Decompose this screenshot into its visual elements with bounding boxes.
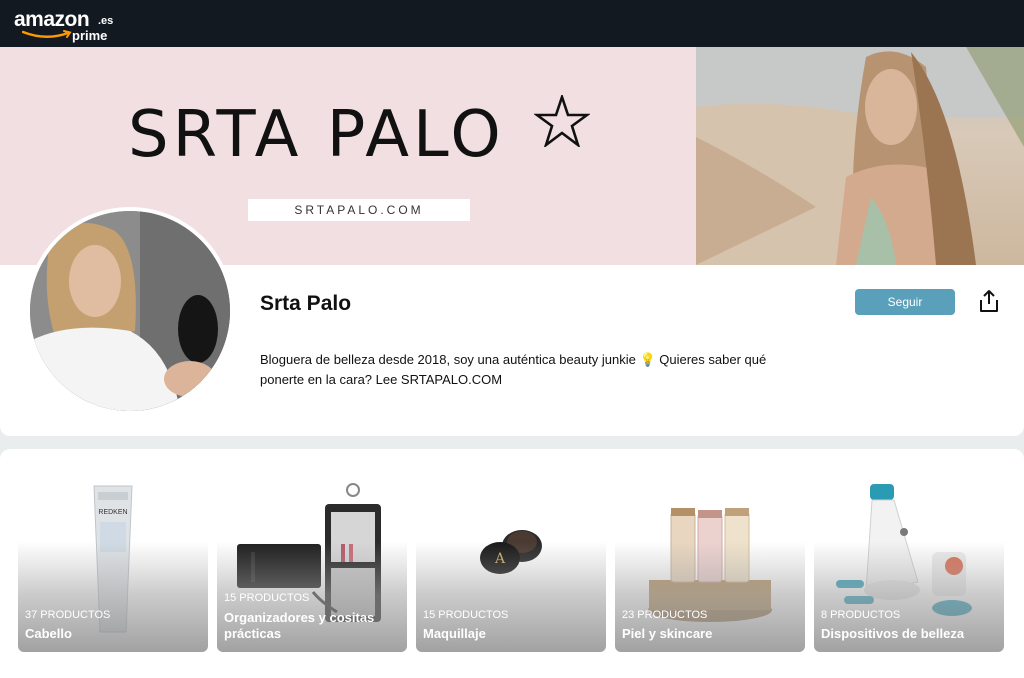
collection-tile-maquillaje[interactable]: A 15 PRODUCTOS Maquillaje bbox=[416, 462, 606, 652]
tile-shade bbox=[814, 462, 1004, 652]
top-navigation-bar: amazon .es prime bbox=[0, 0, 1024, 47]
collection-tile-dispositivos[interactable]: 8 PRODUCTOS Dispositivos de belleza bbox=[814, 462, 1004, 652]
banner-url-box: SRTAPALO.COM bbox=[248, 199, 470, 221]
follow-button[interactable]: Seguir bbox=[855, 289, 955, 315]
collections-section: REDKEN 37 PRODUCTOS Cabello 15 PRODUCTOS… bbox=[0, 449, 1024, 678]
star-icon bbox=[534, 95, 590, 147]
collection-label: Organizadores y cositas prácticas bbox=[224, 610, 375, 641]
share-icon[interactable] bbox=[978, 289, 1000, 313]
tile-shade bbox=[416, 462, 606, 652]
banner-url: SRTAPALO.COM bbox=[294, 203, 424, 217]
collection-tile-organizadores[interactable]: 15 PRODUCTOS Organizadores y cositas prá… bbox=[217, 462, 407, 652]
banner-photo bbox=[696, 47, 1024, 265]
banner-title: SRTA PALO bbox=[128, 98, 505, 172]
collection-count: 15 PRODUCTOS bbox=[423, 609, 509, 621]
collection-label: Piel y skincare bbox=[622, 626, 713, 641]
collection-count: 8 PRODUCTOS bbox=[821, 609, 901, 621]
collection-label: Cabello bbox=[25, 626, 72, 641]
collection-tile-cabello[interactable]: REDKEN 37 PRODUCTOS Cabello bbox=[18, 462, 208, 652]
collection-label: Maquillaje bbox=[423, 626, 486, 641]
collection-count: 23 PRODUCTOS bbox=[622, 609, 708, 621]
amazon-prime-logo[interactable]: amazon .es prime bbox=[14, 8, 114, 44]
tile-shade bbox=[18, 462, 208, 652]
collection-label: Dispositivos de belleza bbox=[821, 626, 965, 641]
tile-shade bbox=[615, 462, 805, 652]
collection-count: 37 PRODUCTOS bbox=[25, 609, 111, 621]
profile-card: SRTA PALO SRTAPALO.COM Srta Palo Bloguer… bbox=[0, 47, 1024, 436]
collection-count: 15 PRODUCTOS bbox=[224, 592, 310, 604]
smile-arrow-icon bbox=[22, 30, 72, 38]
avatar[interactable] bbox=[26, 207, 234, 415]
logo-prime: prime bbox=[72, 28, 108, 43]
profile-bio: Bloguera de belleza desde 2018, soy una … bbox=[260, 352, 767, 387]
logo-tld: .es bbox=[98, 15, 114, 27]
profile-name: Srta Palo bbox=[260, 292, 352, 315]
collection-tile-piel[interactable]: 23 PRODUCTOS Piel y skincare bbox=[615, 462, 805, 652]
